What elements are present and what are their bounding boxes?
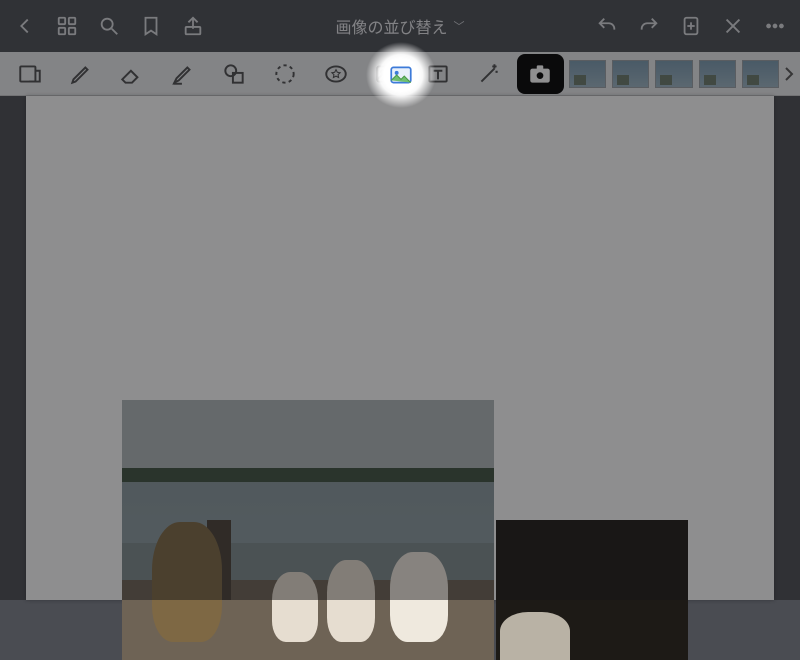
zoom-region-icon	[17, 61, 43, 87]
recent-image-thumb-2[interactable]	[612, 60, 649, 88]
pen-icon	[68, 61, 94, 87]
shapes-icon	[221, 61, 247, 87]
shapes-tool[interactable]	[210, 54, 257, 94]
zoom-region-tool[interactable]	[6, 54, 53, 94]
chevron-left-icon	[14, 15, 36, 37]
lasso-icon	[272, 61, 298, 87]
favorite-tool[interactable]	[312, 54, 359, 94]
back-button[interactable]	[6, 7, 44, 45]
share-button[interactable]	[174, 7, 212, 45]
camera-icon	[527, 61, 553, 87]
recent-image-thumb-4[interactable]	[699, 60, 736, 88]
image-tool[interactable]	[363, 54, 410, 94]
search-icon	[98, 15, 120, 37]
text-tool[interactable]	[415, 54, 462, 94]
add-page-button[interactable]	[672, 7, 710, 45]
text-icon	[425, 61, 451, 87]
page-title: 画像の並び替え	[335, 14, 447, 38]
title-bar: 画像の並び替え ﹀	[0, 0, 800, 52]
pen-tool[interactable]	[57, 54, 104, 94]
bookmark-button[interactable]	[132, 7, 170, 45]
search-button[interactable]	[90, 7, 128, 45]
grid-view-button[interactable]	[48, 7, 86, 45]
magic-tool[interactable]	[466, 54, 513, 94]
highlighter-icon	[170, 61, 196, 87]
redo-icon	[638, 15, 660, 37]
placed-image-1[interactable]	[122, 400, 494, 660]
add-page-icon	[680, 15, 702, 37]
canvas-area[interactable]	[0, 96, 800, 600]
eraser-tool[interactable]	[108, 54, 155, 94]
recent-image-thumb-3[interactable]	[655, 60, 692, 88]
share-icon	[182, 15, 204, 37]
document-page[interactable]	[26, 96, 774, 600]
chevron-right-small-icon	[784, 64, 794, 84]
grid-icon	[56, 15, 78, 37]
close-button[interactable]	[714, 7, 752, 45]
redo-button[interactable]	[630, 7, 668, 45]
bookmark-icon	[140, 15, 162, 37]
eraser-icon	[119, 61, 145, 87]
highlighter-tool[interactable]	[159, 54, 206, 94]
lasso-tool[interactable]	[261, 54, 308, 94]
tool-bar	[0, 52, 800, 96]
recent-image-thumb-1[interactable]	[569, 60, 606, 88]
star-circle-icon	[323, 61, 349, 87]
more-button[interactable]	[756, 7, 794, 45]
image-thumbs-overflow[interactable]	[782, 60, 796, 88]
chevron-down-icon: ﹀	[454, 18, 465, 34]
camera-tool[interactable]	[517, 54, 564, 94]
title-dropdown[interactable]: 画像の並び替え ﹀	[212, 14, 588, 38]
undo-icon	[596, 15, 618, 37]
close-icon	[722, 15, 744, 37]
magic-wand-icon	[476, 61, 502, 87]
undo-button[interactable]	[588, 7, 626, 45]
more-icon	[764, 15, 786, 37]
image-icon	[374, 61, 400, 87]
recent-image-thumb-5[interactable]	[742, 60, 779, 88]
placed-image-2[interactable]	[496, 520, 688, 660]
